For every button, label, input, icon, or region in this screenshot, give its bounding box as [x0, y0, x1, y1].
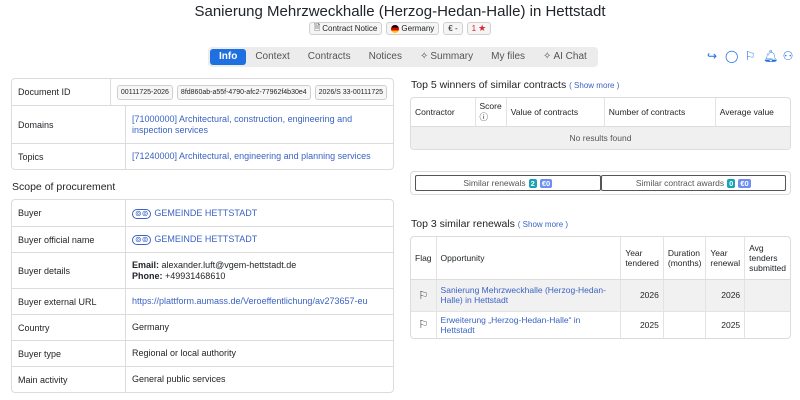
tab-context[interactable]: Context — [246, 49, 298, 65]
renewals-table: Flag Opportunity Year tendered Duration … — [410, 236, 791, 339]
notice-type-badge[interactable]: 🗎 Contract Notice — [308, 22, 383, 35]
flag-icon[interactable]: ⚐ — [418, 290, 428, 302]
similar-awards-button[interactable]: Similar contract awards 0 €0 — [600, 175, 786, 191]
topic-link[interactable]: [71240000] Architectural, engineering an… — [132, 151, 371, 161]
document-id-code[interactable]: 8fd860ab-a55f-4790-afc2-77962f4b30e4 — [176, 84, 311, 100]
action-icons: ↪ ◯ ⚐ 🔔︎ ⚇ — [706, 49, 794, 63]
tab-ai-chat[interactable]: ✧ AI Chat — [534, 49, 596, 65]
germany-flag-icon — [391, 24, 400, 33]
buyer-url-link[interactable]: https://plattform.aumass.de/Veroeffentli… — [132, 296, 368, 306]
opportunity-link[interactable]: Erweiterung „Herzog-Hedan-Halle“ in Hett… — [441, 315, 581, 335]
opportunity-link[interactable]: Sanierung Mehrzweckhalle (Herzog-Hedan-H… — [441, 285, 606, 305]
similar-buttons-bar: Similar renewals 2 €0 Similar contract a… — [410, 171, 791, 195]
info-icon: ⓘ — [479, 112, 489, 122]
share-icon[interactable]: ↪ — [706, 49, 718, 63]
buyer-phone: +49931468610 — [165, 270, 226, 281]
scope-table: Buyer ⊚⊚ GEMEINDE HETTSTADT Buyer officia… — [11, 199, 394, 393]
domains-row: Domains [71000000] Architectural, constr… — [12, 105, 393, 143]
tab-summary[interactable]: ✧ Summary — [411, 49, 482, 65]
flag-icon[interactable]: ⚐ — [744, 49, 756, 63]
notice-meta: 🗎 Contract Notice Germany € - 1 ★ — [0, 22, 800, 35]
winners-heading: Top 5 winners of similar contracts ( Sho… — [411, 79, 620, 91]
buyer-icon: ⊚⊚ — [132, 208, 152, 219]
buyer-email[interactable]: alexander.luft@vgem-hettstadt.de — [162, 260, 297, 270]
awards-count-badge: 0 — [727, 178, 736, 188]
buyer-type-value: Regional or local authority — [132, 348, 237, 358]
tab-notices[interactable]: Notices — [360, 49, 411, 65]
country-badge[interactable]: Germany — [386, 22, 440, 35]
tab-contracts[interactable]: Contracts — [299, 49, 360, 65]
document-id-code[interactable]: 00111725-2026 — [116, 84, 173, 100]
info-table: Document ID 00111725-2026 8fd860ab-a55f-… — [11, 78, 394, 170]
renewals-heading: Top 3 similar renewals ( Show more ) — [411, 218, 569, 230]
winners-table: Contractor Score ⓘ Value of contracts Num… — [410, 97, 791, 150]
add-user-icon[interactable]: ⚇ — [782, 49, 794, 63]
page-title: Sanierung Mehrzweckhalle (Herzog-Hedan-H… — [194, 3, 606, 20]
no-results-text: No results found — [411, 126, 790, 149]
winners-show-more-link[interactable]: ( Show more ) — [569, 81, 619, 90]
renewals-count-badge: 2 — [528, 178, 537, 188]
main-activity-value: General public services — [132, 374, 226, 384]
tab-my-files[interactable]: My files — [482, 49, 534, 65]
document-icon: 🗎 — [313, 22, 321, 32]
awards-value-badge: €0 — [738, 178, 751, 188]
table-row[interactable]: ⚐ Erweiterung „Herzog-Hedan-Halle“ in He… — [411, 310, 790, 338]
buyer-link[interactable]: GEMEINDE HETTSTADT — [154, 208, 257, 218]
star-icon: ★ — [478, 23, 487, 33]
domain-link[interactable]: [71000000] Architectural, construction, … — [132, 114, 352, 135]
comment-icon[interactable]: ◯ — [725, 49, 738, 63]
tab-info[interactable]: Info — [210, 49, 247, 65]
flag-icon[interactable]: ⚐ — [418, 319, 428, 331]
renewals-show-more-link[interactable]: ( Show more ) — [518, 220, 568, 229]
buyer-icon: ⊚⊚ — [132, 235, 152, 245]
tab-bar: Info Context Contracts Notices ✧ Summary … — [208, 47, 598, 67]
buyer-official-link[interactable]: GEMEINDE HETTSTADT — [154, 234, 257, 244]
rating-badge[interactable]: 1 ★ — [466, 22, 492, 35]
sparkle-icon: ✧ — [419, 51, 429, 62]
document-id-code[interactable]: 2026/S 33-00111725 — [314, 84, 387, 100]
similar-renewals-button[interactable]: Similar renewals 2 €0 — [415, 175, 601, 191]
bell-icon[interactable]: 🔔︎ — [763, 49, 778, 63]
topics-row: Topics [71240000] Architectural, enginee… — [12, 143, 393, 169]
document-id-row: Document ID 00111725-2026 8fd860ab-a55f-… — [12, 79, 393, 105]
country-value: Germany — [132, 322, 170, 332]
table-row[interactable]: ⚐ Sanierung Mehrzweckhalle (Herzog-Hedan… — [411, 278, 790, 311]
scope-heading: Scope of procurement — [12, 181, 116, 193]
sparkle-icon: ✧ — [543, 51, 552, 62]
renewals-value-badge: €0 — [539, 178, 553, 188]
currency-dropdown[interactable]: € - — [443, 22, 463, 35]
